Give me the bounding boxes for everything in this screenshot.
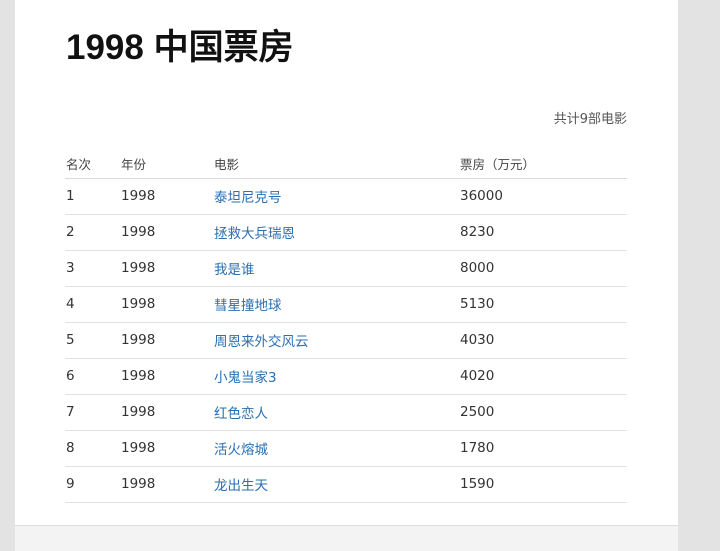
cell-movie: 彗星撞地球 <box>214 286 460 323</box>
cell-rank: 2 <box>65 214 121 251</box>
cell-year: 1998 <box>121 466 214 503</box>
table-row: 3 1998 我是谁 8000 <box>65 250 627 287</box>
cell-box-office: 4020 <box>460 358 627 395</box>
table-row: 7 1998 红色恋人 2500 <box>65 394 627 431</box>
cell-rank: 7 <box>65 394 121 431</box>
cell-movie: 周恩来外交风云 <box>214 322 460 359</box>
cell-movie: 小鬼当家3 <box>214 358 460 395</box>
cell-box-office: 8230 <box>460 214 627 251</box>
table-header-row: 名次 年份 电影 票房（万元） <box>65 150 627 179</box>
movie-link[interactable]: 龙出生天 <box>214 478 268 494</box>
cell-rank: 6 <box>65 358 121 395</box>
cell-year: 1998 <box>121 286 214 323</box>
cell-year: 1998 <box>121 394 214 431</box>
movie-link[interactable]: 活火熔城 <box>214 442 268 458</box>
cell-rank: 9 <box>65 466 121 503</box>
cell-movie: 龙出生天 <box>214 466 460 503</box>
cell-year: 1998 <box>121 430 214 467</box>
cell-year: 1998 <box>121 322 214 359</box>
cell-year: 1998 <box>121 214 214 251</box>
movie-link[interactable]: 红色恋人 <box>214 406 268 422</box>
header-year: 年份 <box>121 150 214 179</box>
cell-movie: 活火熔城 <box>214 430 460 467</box>
page-title: 1998 中国票房 <box>66 28 294 67</box>
cell-movie: 红色恋人 <box>214 394 460 431</box>
table-row: 6 1998 小鬼当家3 4020 <box>65 358 627 395</box>
movie-link[interactable]: 泰坦尼克号 <box>214 190 282 206</box>
cell-box-office: 1780 <box>460 430 627 467</box>
cell-movie: 我是谁 <box>214 250 460 287</box>
cell-rank: 4 <box>65 286 121 323</box>
table-row: 9 1998 龙出生天 1590 <box>65 466 627 503</box>
cell-rank: 8 <box>65 430 121 467</box>
cell-box-office: 5130 <box>460 286 627 323</box>
cell-year: 1998 <box>121 178 214 215</box>
box-office-table: 名次 年份 电影 票房（万元） 1 1998 泰坦尼克号 36000 2 199… <box>65 150 627 503</box>
movie-count: 共计9部电影 <box>553 112 627 127</box>
cell-box-office: 4030 <box>460 322 627 359</box>
cell-box-office: 8000 <box>460 250 627 287</box>
cell-year: 1998 <box>121 250 214 287</box>
table-row: 4 1998 彗星撞地球 5130 <box>65 286 627 323</box>
movie-link[interactable]: 彗星撞地球 <box>214 298 282 314</box>
header-box-office: 票房（万元） <box>460 150 627 179</box>
cell-movie: 泰坦尼克号 <box>214 178 460 215</box>
table-row: 5 1998 周恩来外交风云 4030 <box>65 322 627 359</box>
header-movie: 电影 <box>214 150 460 179</box>
cell-box-office: 2500 <box>460 394 627 431</box>
cell-rank: 3 <box>65 250 121 287</box>
header-rank: 名次 <box>65 150 121 179</box>
table-row: 1 1998 泰坦尼克号 36000 <box>65 178 627 215</box>
cell-box-office: 1590 <box>460 466 627 503</box>
movie-link[interactable]: 拯救大兵瑞恩 <box>214 226 295 242</box>
content-card: 1998 中国票房 共计9部电影 名次 年份 电影 票房（万元） 1 1998 … <box>15 0 678 525</box>
movie-link[interactable]: 周恩来外交风云 <box>214 334 309 350</box>
cell-movie: 拯救大兵瑞恩 <box>214 214 460 251</box>
cell-box-office: 36000 <box>460 178 627 215</box>
table-row: 8 1998 活火熔城 1780 <box>65 430 627 467</box>
footer-strip <box>15 525 678 551</box>
table-row: 2 1998 拯救大兵瑞恩 8230 <box>65 214 627 251</box>
movie-link[interactable]: 我是谁 <box>214 262 255 278</box>
cell-rank: 5 <box>65 322 121 359</box>
cell-year: 1998 <box>121 358 214 395</box>
movie-link[interactable]: 小鬼当家3 <box>214 370 277 386</box>
cell-rank: 1 <box>65 178 121 215</box>
